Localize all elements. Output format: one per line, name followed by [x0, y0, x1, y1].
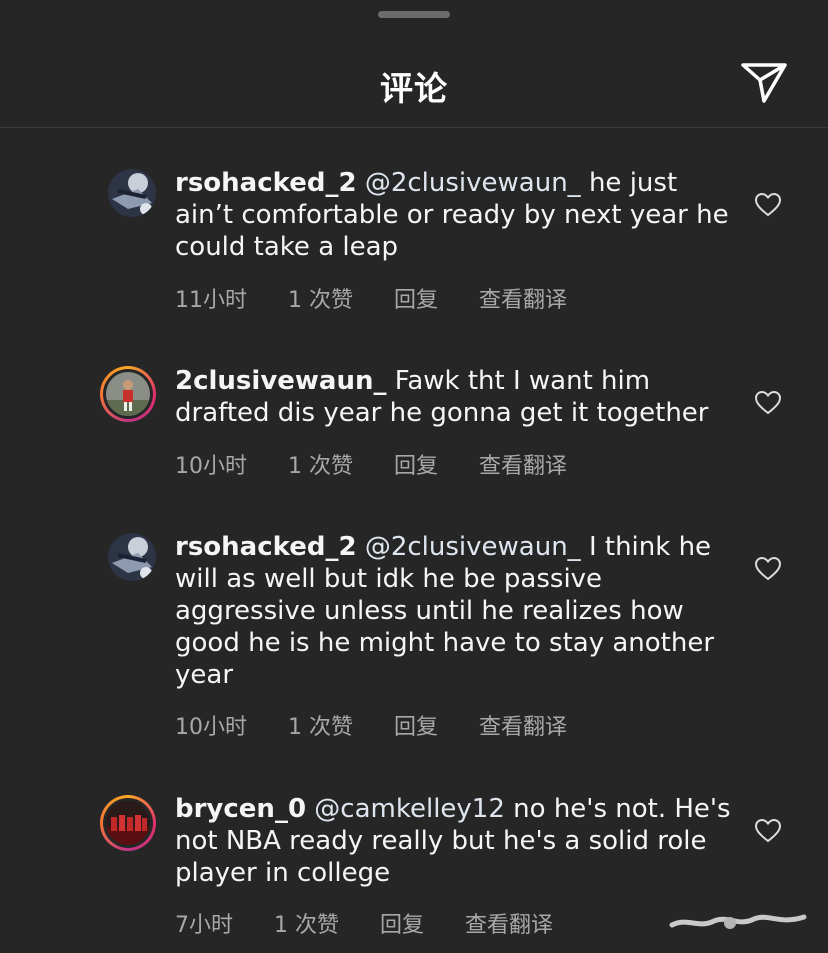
reply-button[interactable]: 回复 — [394, 709, 438, 741]
comment-mention[interactable]: @2clusivewaun_ — [365, 532, 581, 562]
comments-header: 评论 — [0, 0, 828, 128]
comment-time: 10小时 — [175, 454, 247, 479]
avatar[interactable] — [100, 366, 156, 422]
comment-username[interactable]: 2clusivewaun_ — [175, 366, 386, 396]
comment-username[interactable]: rsohacked_2 — [175, 532, 357, 562]
comment-username[interactable]: rsohacked_2 — [175, 168, 357, 198]
page-title: 评论 — [380, 69, 448, 108]
comment-meta: 11小时 1 次赞 回复 查看翻译 — [175, 282, 601, 314]
reply-button[interactable]: 回复 — [394, 448, 438, 480]
comment-username[interactable]: brycen_0 — [175, 794, 306, 824]
avatar[interactable] — [108, 169, 156, 217]
comment-time: 10小时 — [175, 715, 247, 740]
send-icon[interactable] — [740, 60, 788, 104]
comment-likes[interactable]: 1 次赞 — [288, 709, 353, 741]
comment-mention[interactable]: @camkelley12 — [314, 794, 505, 824]
watermark-icon — [669, 914, 807, 929]
translate-button[interactable]: 查看翻译 — [479, 282, 567, 314]
comment-meta: 7小时 1 次赞 回复 查看翻译 — [175, 907, 587, 939]
comment-text: 2clusivewaun_ Fawk tht I want him drafte… — [175, 365, 735, 429]
reply-button[interactable]: 回复 — [394, 282, 438, 314]
heart-icon[interactable] — [755, 819, 781, 843]
comment-text: brycen_0 @camkelley12 no he's not. He's … — [175, 793, 735, 889]
comment-likes[interactable]: 1 次赞 — [288, 282, 353, 314]
translate-button[interactable]: 查看翻译 — [465, 907, 553, 939]
comment-time: 7小时 — [175, 913, 233, 938]
comment-likes[interactable]: 1 次赞 — [274, 907, 339, 939]
comment-text: rsohacked_2 @2clusivewaun_ I think he wi… — [175, 531, 735, 691]
comment-text: rsohacked_2 @2clusivewaun_ he just ain’t… — [175, 167, 735, 263]
comment-likes[interactable]: 1 次赞 — [288, 448, 353, 480]
translate-button[interactable]: 查看翻译 — [479, 709, 567, 741]
heart-icon[interactable] — [755, 557, 781, 581]
comment-time: 11小时 — [175, 288, 247, 313]
translate-button[interactable]: 查看翻译 — [479, 448, 567, 480]
heart-icon[interactable] — [755, 391, 781, 415]
comment-meta: 10小时 1 次赞 回复 查看翻译 — [175, 709, 601, 741]
comment-mention[interactable]: @2clusivewaun_ — [365, 168, 581, 198]
heart-icon[interactable] — [755, 193, 781, 217]
comment-meta: 10小时 1 次赞 回复 查看翻译 — [175, 448, 601, 480]
reply-button[interactable]: 回复 — [380, 907, 424, 939]
avatar[interactable] — [100, 795, 156, 851]
avatar[interactable] — [108, 533, 156, 581]
